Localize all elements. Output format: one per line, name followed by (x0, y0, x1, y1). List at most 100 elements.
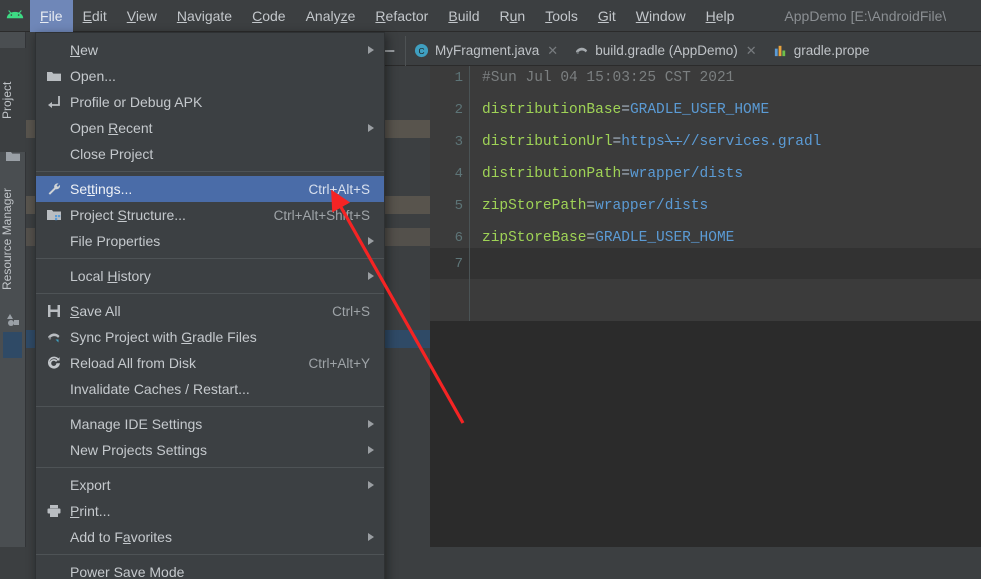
menu-navigate[interactable]: Navigate (167, 0, 242, 32)
folder-icon (5, 148, 21, 164)
chevron-right-icon (368, 420, 374, 428)
menu-item-shortcut: Ctrl+Alt+S (308, 181, 370, 197)
line-number-gutter: 1 2 3 4 5 6 7 (430, 66, 470, 321)
editor-tab-bar: C MyFragment.java ✕ build.gradle (AppDem… (358, 35, 981, 66)
code-editor[interactable]: 1 2 3 4 5 6 7 #Sun Jul 04 15:03:25 CST 2… (430, 66, 981, 321)
menu-item-power-save-mode[interactable]: Power Save Mode (36, 559, 384, 579)
menu-bar-items: File Edit View Navigate Code Analyze Refactor B… (30, 0, 744, 32)
menu-bar: File Edit View Navigate Code Analyze Refactor B… (0, 0, 981, 32)
line-number: 6 (454, 230, 463, 246)
menu-build[interactable]: Build (438, 0, 489, 32)
menu-item-close-project[interactable]: Close Project (36, 141, 384, 167)
menu-item-print[interactable]: Print... (36, 498, 384, 524)
android-logo-icon (0, 0, 30, 32)
current-line-highlight (430, 248, 981, 279)
menu-help[interactable]: Help (696, 0, 745, 32)
sidebar-item-project-label: Project (0, 81, 14, 119)
menu-item-label: Reload All from Disk (70, 355, 197, 371)
sidebar-item-project[interactable]: Project (0, 48, 26, 152)
code-line: distributionBase=GRADLE_USER_HOME (482, 102, 769, 118)
menu-item-file-properties[interactable]: File Properties (36, 228, 384, 254)
menu-edit[interactable]: Edit (73, 0, 117, 32)
menu-item-local-history[interactable]: Local History (36, 263, 384, 289)
menu-item-label: Print... (70, 503, 111, 519)
file-menu-dropdown[interactable]: New Open... Profile or Debug APK Open Recen… (35, 32, 385, 579)
menu-git[interactable]: Git (588, 0, 626, 32)
menu-item-profile-or-debug-apk[interactable]: Profile or Debug APK (36, 89, 384, 115)
tab-build-gradle-label: build.gradle (AppDemo) (595, 43, 738, 58)
tab-myfragment-java[interactable]: C MyFragment.java ✕ (406, 36, 566, 66)
menu-item-label: Open Recent (70, 120, 153, 136)
menu-refactor[interactable]: Refactor (365, 0, 438, 32)
menu-item-new[interactable]: New (36, 37, 384, 63)
wrench-icon (46, 181, 62, 197)
menu-file[interactable]: File (30, 0, 73, 32)
code-token-val: GRADLE_USER_HOME (595, 230, 735, 246)
menu-run[interactable]: Run (490, 0, 536, 32)
resource-icon (5, 312, 21, 328)
menu-item-add-to-favorites[interactable]: Add to Favorites (36, 524, 384, 550)
menu-separator (36, 554, 384, 555)
left-tool-window-strip: Project Resource Manager (0, 0, 26, 547)
chevron-right-icon (368, 124, 374, 132)
line-number: 4 (454, 166, 463, 182)
refresh-icon (46, 355, 62, 371)
menu-item-label: Profile or Debug APK (70, 94, 203, 110)
code-token-comment: #Sun Jul 04 15:03:25 CST 2021 (482, 70, 735, 86)
tab-build-gradle[interactable]: build.gradle (AppDemo) ✕ (566, 36, 764, 66)
code-line: zipStoreBase=GRADLE_USER_HOME (482, 230, 734, 246)
menu-item-label: Open... (70, 68, 116, 84)
code-token-eq: = (621, 166, 630, 182)
sidebar-item-resource-manager[interactable]: Resource Manager (0, 168, 26, 310)
code-token-eq: = (586, 198, 596, 214)
menu-item-save-all[interactable]: Save All Ctrl+S (36, 298, 384, 324)
menu-item-label: Manage IDE Settings (70, 416, 203, 432)
menu-item-settings[interactable]: Settings... Ctrl+Alt+S (36, 176, 384, 202)
menu-item-shortcut: Ctrl+Alt+Shift+S (273, 207, 370, 223)
menu-item-open[interactable]: Open... (36, 63, 384, 89)
chevron-right-icon (368, 46, 374, 54)
menu-item-label: Settings... (70, 181, 133, 197)
menu-code[interactable]: Code (242, 0, 295, 32)
menu-item-new-projects-settings[interactable]: New Projects Settings (36, 437, 384, 463)
menu-item-label: Sync Project with Gradle Files (70, 329, 257, 345)
menu-separator (36, 171, 384, 172)
code-token-val: //services.gradl (682, 134, 822, 150)
close-icon[interactable]: ✕ (746, 43, 757, 59)
code-token-val: GRADLE_USER_HOME (629, 102, 770, 118)
code-token-key: zipStoreBase (482, 230, 587, 246)
code-token-key: zipStorePath (482, 198, 587, 214)
project-structure-icon (46, 207, 62, 223)
menu-item-project-structure[interactable]: Project Structure... Ctrl+Alt+Shift+S (36, 202, 384, 228)
line-number: 3 (454, 134, 463, 150)
tab-gradle-properties[interactable]: gradle.prope (765, 36, 878, 66)
menu-view[interactable]: View (117, 0, 167, 32)
properties-file-icon (773, 43, 788, 58)
line-number: 5 (454, 198, 463, 214)
menu-item-sync-project-with-gradle-files[interactable]: Sync Project with Gradle Files (36, 324, 384, 350)
code-token-strike: \: (664, 134, 683, 150)
menu-item-invalidate-caches-restart[interactable]: Invalidate Caches / Restart... (36, 376, 384, 402)
menu-item-label: File Properties (70, 233, 161, 249)
close-icon[interactable]: ✕ (547, 43, 558, 59)
folder-icon (46, 68, 62, 84)
code-token-val: wrapper/dists (595, 198, 709, 214)
chevron-right-icon (368, 237, 374, 245)
java-class-icon: C (414, 43, 429, 58)
sidebar-item-resource-manager-label: Resource Manager (0, 187, 14, 291)
chevron-right-icon (368, 272, 374, 280)
menu-item-manage-ide-settings[interactable]: Manage IDE Settings (36, 411, 384, 437)
code-line: distributionPath=wrapper/dists (482, 166, 743, 182)
menu-separator (36, 293, 384, 294)
menu-item-open-recent[interactable]: Open Recent (36, 115, 384, 141)
menu-tools[interactable]: Tools (535, 0, 588, 32)
code-token-val: wrapper/dists (629, 166, 744, 182)
menu-item-export[interactable]: Export (36, 472, 384, 498)
code-token-eq: = (612, 134, 622, 150)
menu-item-label: New Projects Settings (70, 442, 207, 458)
menu-analyze[interactable]: Analyze (296, 0, 366, 32)
menu-window[interactable]: Window (626, 0, 696, 32)
printer-icon (46, 503, 62, 519)
menu-item-label: Project Structure... (70, 207, 186, 223)
menu-item-reload-all-from-disk[interactable]: Reload All from Disk Ctrl+Alt+Y (36, 350, 384, 376)
